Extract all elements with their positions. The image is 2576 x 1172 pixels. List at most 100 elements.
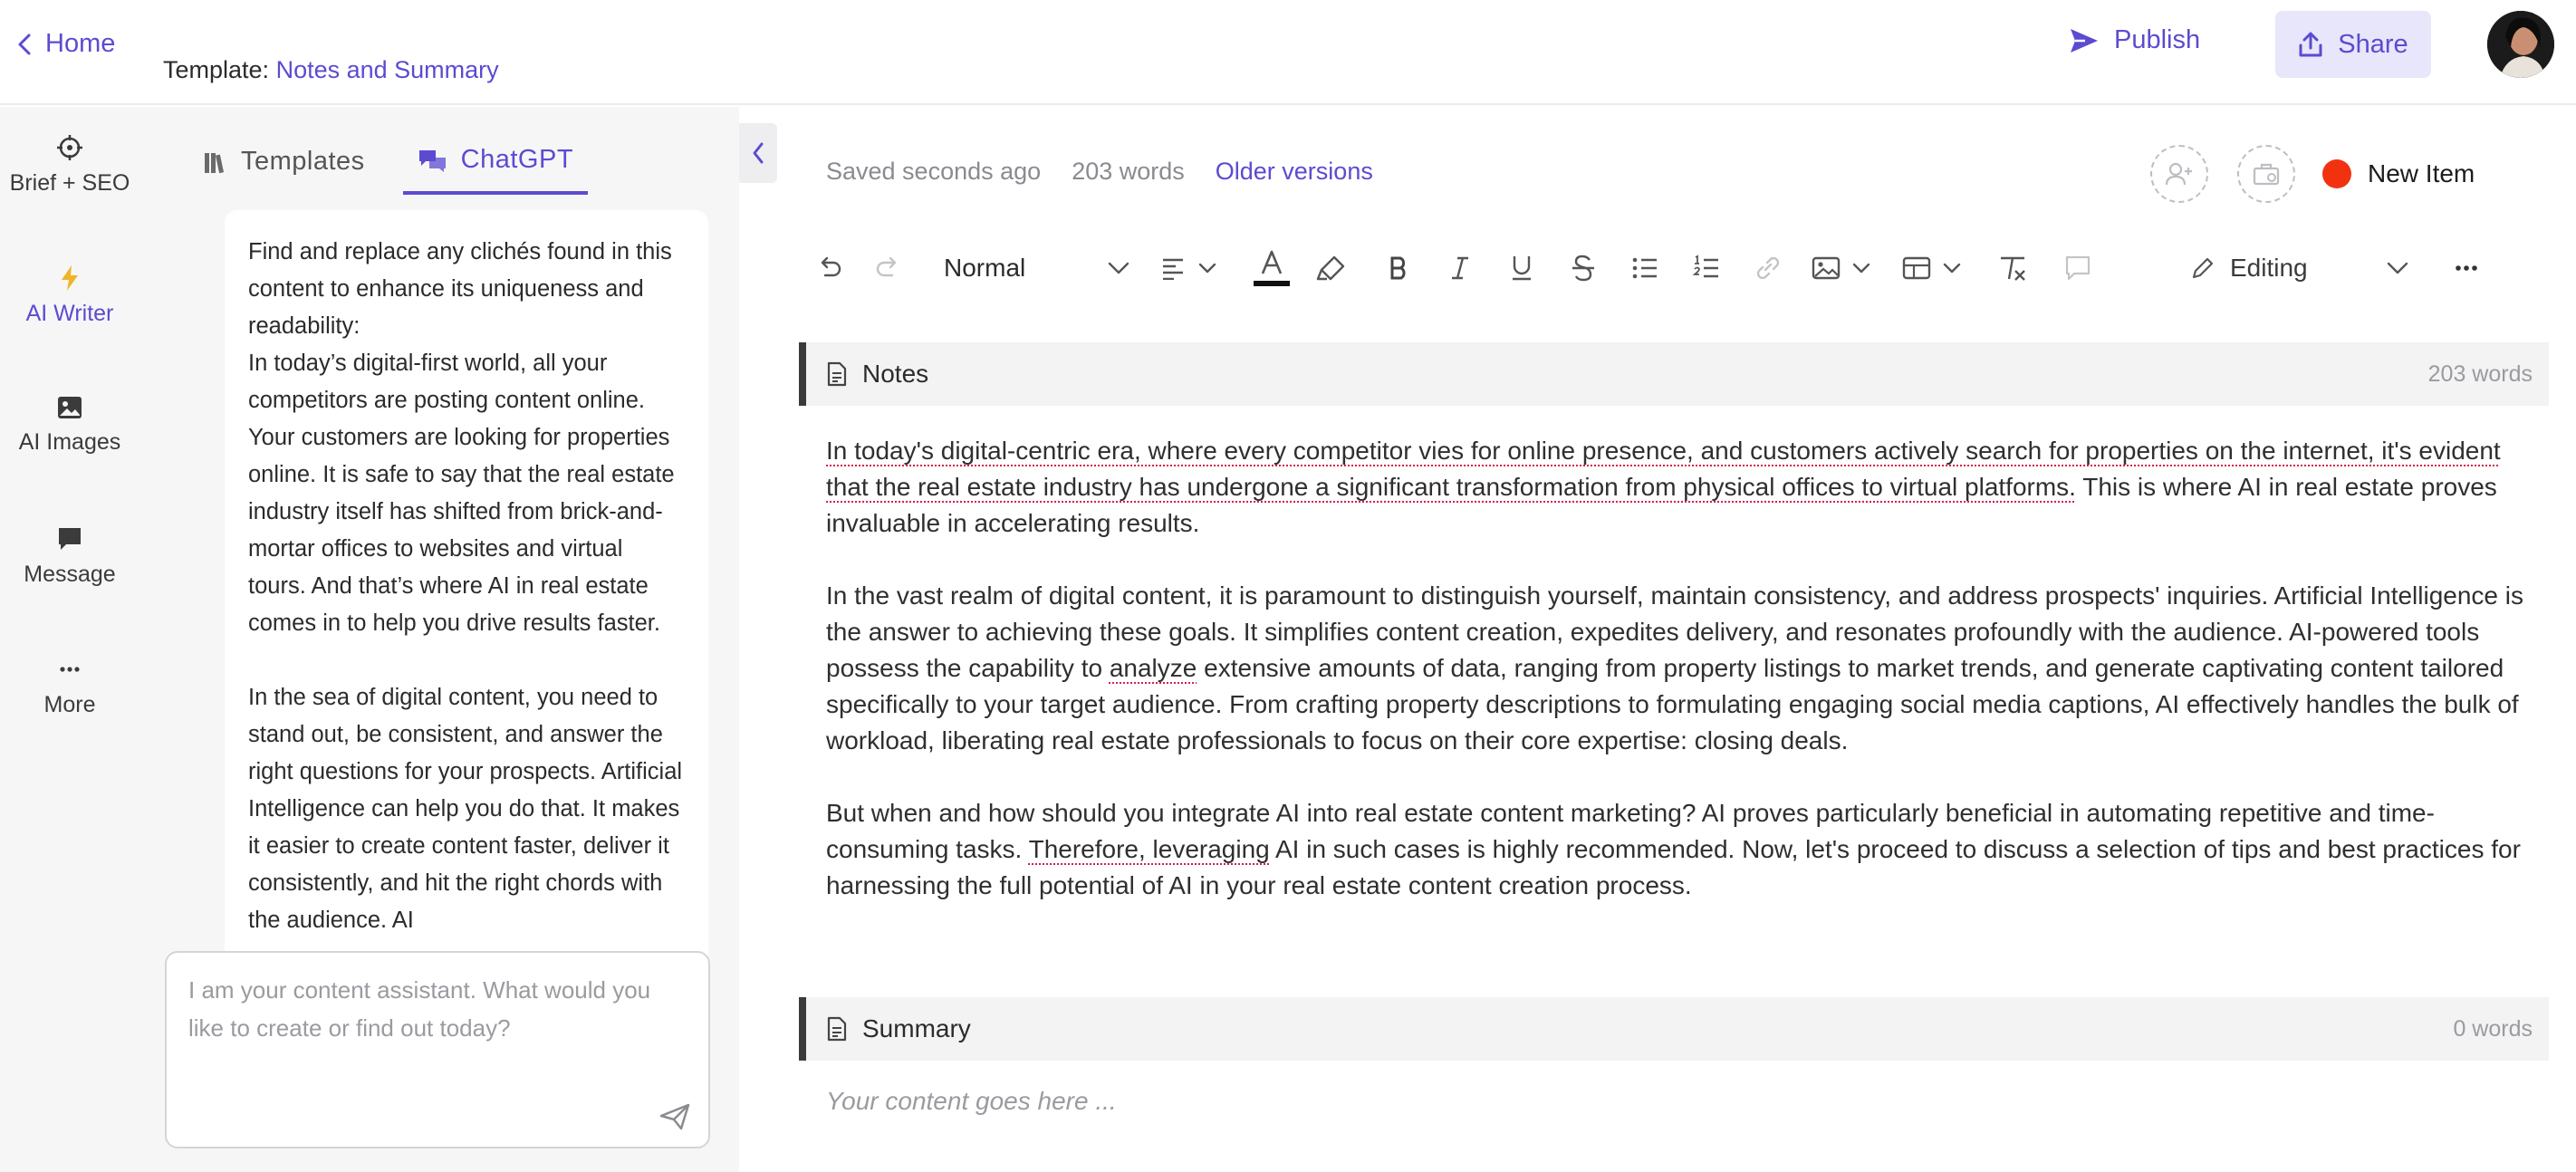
saved-status: Saved seconds ago [826,158,1042,185]
summary-section-header: Summary 0 words [799,997,2549,1061]
send-message-icon[interactable] [659,1103,690,1130]
lightning-icon [59,264,81,292]
numbered-list-button[interactable] [1688,245,1725,291]
undo-button[interactable] [812,245,848,291]
notes-title-label: Notes [862,360,929,388]
bold-icon [1390,256,1406,280]
summary-title-label: Summary [862,1014,971,1042]
undo-icon [821,256,841,277]
left-rail: Brief + SEO AI Writer AI Images Message … [0,107,139,1172]
summary-content[interactable]: Your content goes here ... [826,1087,1117,1116]
bold-button[interactable] [1380,245,1417,291]
rail-label: Message [24,562,116,587]
strikethrough-icon [1572,255,1595,282]
comment-icon [2066,255,2091,281]
rail-label: AI Images [18,429,121,455]
tab-templates[interactable]: Templates [188,132,380,195]
status-label: New Item [2368,159,2475,187]
rail-item-message[interactable]: Message [0,525,139,588]
table-icon [1903,256,1931,280]
top-bar: Home Template: Notes and Summary Publish… [0,0,2576,105]
notes-title: Notes [826,360,928,389]
align-select[interactable] [1161,245,1217,291]
publish-button[interactable]: Publish [2069,25,2200,55]
library-icon [203,149,228,175]
clear-format-button[interactable] [1994,245,2031,291]
comment-button[interactable] [2060,245,2096,291]
bullet-list-icon [1632,257,1658,279]
assistant-panel: Templates ChatGPT Find and replace any c… [139,107,739,1172]
send-icon [2069,27,2100,54]
rail-item-ai-images[interactable]: AI Images [0,395,139,456]
highlight-button[interactable] [1313,245,1350,291]
chevron-down-icon [1944,263,1961,274]
chat-input[interactable] [188,971,687,1107]
chevron-down-icon [1853,263,1870,274]
add-user-icon [2165,160,2194,187]
chevron-down-icon [1199,263,1216,274]
clear-format-icon [2001,256,2026,281]
rail-label: Brief + SEO [9,170,130,196]
notes-content[interactable]: In today's digital-centric era, where ev… [826,433,2547,904]
briefcase-icon [2252,161,2281,187]
italic-button[interactable] [1442,245,1478,291]
insert-table-select[interactable] [1902,245,1962,291]
underline-button[interactable] [1504,245,1540,291]
ellipsis-icon [56,656,83,683]
panel-tabs: Templates ChatGPT [188,132,589,195]
bullet-list-button[interactable] [1627,245,1663,291]
chat-message-paragraph: In the sea of digital content, you need … [248,685,683,933]
chat-message-paragraph: Find and replace any clichés found in th… [248,239,675,636]
share-button[interactable]: Share [2275,11,2431,78]
rail-item-ai-writer[interactable]: AI Writer [0,264,139,327]
document-meta: Saved seconds ago 203 words Older versio… [826,158,1373,186]
chat-bubble-icon [56,525,83,552]
rail-label: More [43,692,96,717]
notes-section-header: Notes 203 words [799,342,2549,406]
text-color-icon [1254,250,1291,286]
text-color-button[interactable] [1254,245,1291,291]
chevron-left-icon [16,33,33,56]
redo-icon [876,256,897,277]
more-options-button[interactable] [2455,264,2478,272]
status-dot [2322,159,2351,188]
image-icon [56,395,83,420]
home-link[interactable]: Home [16,29,115,59]
link-icon [1757,256,1780,280]
home-label: Home [45,29,116,58]
notes-paragraph: But when and how should you integrate AI… [826,795,2547,904]
template-breadcrumb: Template: Notes and Summary [163,56,499,84]
tab-chatgpt[interactable]: ChatGPT [402,132,589,195]
template-prefix: Template: [163,56,270,83]
assign-button[interactable] [2237,145,2295,203]
chevron-down-icon [2387,262,2408,274]
strikethrough-button[interactable] [1565,245,1601,291]
paragraph-style-select[interactable]: Normal [944,245,1130,291]
template-name[interactable]: Notes and Summary [276,56,499,83]
paragraph-style-value: Normal [944,254,1026,282]
rail-item-brief-seo[interactable]: Brief + SEO [0,134,139,197]
user-avatar[interactable] [2487,11,2554,78]
older-versions-link[interactable]: Older versions [1216,158,1373,186]
collapse-panel-button[interactable] [739,123,777,183]
numbered-list-icon [1693,255,1719,278]
highlighter-icon [1317,255,1345,281]
italic-icon [1452,256,1469,280]
redo-button[interactable] [870,245,906,291]
chevron-left-icon [751,141,765,165]
crosshair-icon [56,134,83,161]
chat-icon [418,148,448,173]
editor: Saved seconds ago 203 words Older versio… [777,107,2576,1172]
chat-input-box[interactable] [165,951,710,1148]
insert-image-select[interactable] [1812,245,1871,291]
add-collaborator-button[interactable] [2150,145,2208,203]
notes-paragraph: In the vast realm of digital content, it… [826,578,2547,759]
image-icon [1812,256,1841,280]
rail-item-more[interactable]: More [0,656,139,718]
tab-label: ChatGPT [460,145,574,174]
notes-word-count: 203 words [2427,360,2533,387]
link-button[interactable] [1750,245,1786,291]
summary-title: Summary [826,1014,971,1043]
status-indicator[interactable]: New Item [2322,159,2475,188]
editing-mode-select[interactable]: Editing [2190,241,2478,295]
